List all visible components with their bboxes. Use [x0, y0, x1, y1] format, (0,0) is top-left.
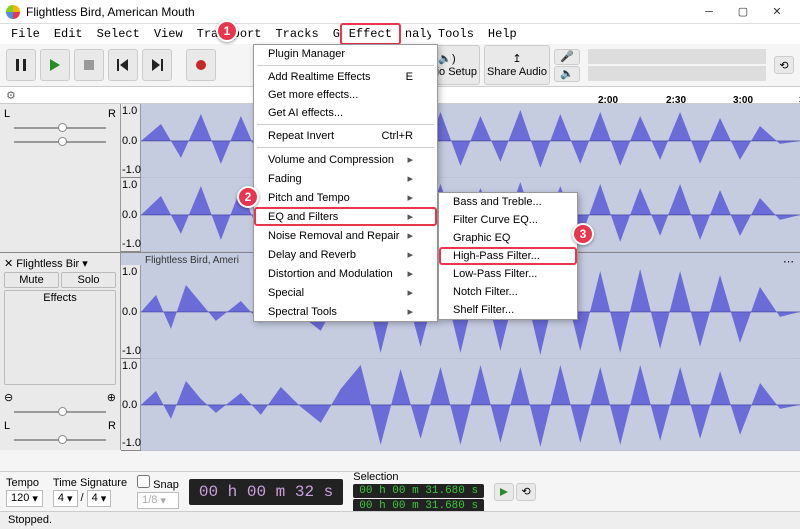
- play-button[interactable]: [40, 49, 70, 81]
- menu-tracks[interactable]: Tracks: [268, 25, 325, 43]
- menu-add-realtime[interactable]: Add Realtime EffectsE: [254, 68, 437, 86]
- window-title: Flightless Bird, American Mouth: [26, 5, 692, 19]
- stop-button[interactable]: [74, 49, 104, 81]
- maximize-button[interactable]: ▢: [726, 1, 760, 23]
- menu-eq-filters[interactable]: EQ and Filters▸: [254, 207, 437, 226]
- menu-lowpass[interactable]: Low-Pass Filter...: [439, 265, 577, 283]
- track1-pan-slider[interactable]: [4, 136, 116, 148]
- menu-fading[interactable]: Fading▸: [254, 169, 437, 188]
- track-name[interactable]: Flightless Bir: [16, 258, 79, 270]
- menu-graphic-eq[interactable]: Graphic EQ: [439, 229, 577, 247]
- menu-get-more[interactable]: Get more effects...: [254, 86, 437, 104]
- timesig-label: Time Signature: [53, 477, 127, 489]
- menu-generate[interactable]: Generate: [326, 25, 340, 43]
- chevron-down-icon[interactable]: ▾: [82, 257, 88, 270]
- playback-meter[interactable]: [588, 66, 766, 81]
- close-track-icon[interactable]: ✕: [4, 257, 13, 270]
- tempo-input[interactable]: 120 ▾: [6, 490, 43, 507]
- app-logo-icon: [6, 5, 20, 19]
- menu-shelf[interactable]: Shelf Filter...: [439, 301, 577, 319]
- menu-view[interactable]: View: [147, 25, 190, 43]
- minimize-button[interactable]: ─: [692, 1, 726, 23]
- callout-badge-3: 3: [572, 223, 594, 245]
- menu-spectral[interactable]: Spectral Tools▸: [254, 302, 437, 321]
- menu-distortion[interactable]: Distortion and Modulation▸: [254, 264, 437, 283]
- menu-analyze[interactable]: nalyze: [398, 25, 431, 43]
- meter-options-icon[interactable]: ⟲: [774, 56, 794, 74]
- pause-button[interactable]: [6, 49, 36, 81]
- menubar: File Edit Select View Transport Tracks G…: [0, 24, 800, 44]
- menu-repeat[interactable]: Repeat InvertCtrl+R: [254, 127, 437, 145]
- snap-select[interactable]: 1/8 ▾: [137, 492, 179, 509]
- selection-start[interactable]: 00 h 00 m 31.680 s: [353, 484, 484, 498]
- waveform-icon: [141, 104, 800, 178]
- menu-file[interactable]: File: [4, 25, 47, 43]
- snap-checkbox[interactable]: [137, 475, 150, 488]
- track2-panel: ✕Flightless Bir▾ Mute Solo Effects ⊖⊕ LR: [0, 253, 121, 450]
- record-meter[interactable]: [588, 49, 766, 64]
- callout-badge-2: 2: [237, 186, 259, 208]
- menu-get-ai[interactable]: Get AI effects...: [254, 104, 437, 122]
- mute-button[interactable]: Mute: [4, 272, 59, 288]
- selection-label: Selection: [353, 471, 484, 483]
- menu-bass-treble[interactable]: Bass and Treble...: [439, 193, 577, 211]
- menu-edit[interactable]: Edit: [47, 25, 90, 43]
- menu-volume[interactable]: Volume and Compression▸: [254, 150, 437, 169]
- track2-gain-slider[interactable]: [4, 406, 116, 418]
- skip-start-button[interactable]: [108, 49, 138, 81]
- speaker-icon: 🔈): [438, 52, 455, 65]
- effect-menu-dropdown: Plugin Manager Add Realtime EffectsE Get…: [253, 44, 438, 322]
- eq-filters-submenu: Bass and Treble... Filter Curve EQ... Gr…: [438, 192, 578, 320]
- time-display[interactable]: 00 h 00 m 32 s: [189, 479, 343, 505]
- bottom-toolbar: Tempo 120 ▾ Time Signature 4 ▾/4 ▾ Snap …: [0, 471, 800, 511]
- timesig-den[interactable]: 4 ▾: [87, 490, 112, 507]
- callout-badge-1: 1: [216, 20, 238, 42]
- mic-meter-icon[interactable]: 🎤: [554, 49, 580, 65]
- share-icon: ↥: [512, 52, 521, 65]
- menu-select[interactable]: Select: [90, 25, 147, 43]
- status-bar: Stopped.: [0, 511, 800, 529]
- loop-button[interactable]: ⟲: [516, 483, 536, 501]
- track2-pan-slider[interactable]: [4, 434, 116, 446]
- menu-filter-curve[interactable]: Filter Curve EQ...: [439, 211, 577, 229]
- waveform-icon: [141, 359, 800, 451]
- record-button[interactable]: [186, 49, 216, 81]
- share-audio-button[interactable]: ↥ Share Audio: [484, 45, 550, 85]
- effects-button[interactable]: Effects: [4, 290, 116, 385]
- menu-tools[interactable]: Tools: [431, 25, 481, 43]
- menu-help[interactable]: Help: [481, 25, 524, 43]
- menu-notch[interactable]: Notch Filter...: [439, 283, 577, 301]
- close-button[interactable]: ✕: [760, 1, 794, 23]
- spk-meter-icon[interactable]: 🔈: [554, 66, 580, 82]
- timesig-num[interactable]: 4 ▾: [53, 490, 78, 507]
- clip-menu-icon[interactable]: ⋯: [783, 255, 794, 268]
- skip-end-button[interactable]: [142, 49, 172, 81]
- track1-gain-slider[interactable]: [4, 122, 116, 134]
- tempo-label: Tempo: [6, 477, 43, 489]
- clip-label[interactable]: Flightless Bird, Ameri: [145, 255, 239, 266]
- menu-pitch[interactable]: Pitch and Tempo▸: [254, 188, 437, 207]
- menu-plugin-manager[interactable]: Plugin Manager: [254, 45, 437, 63]
- menu-special[interactable]: Special▸: [254, 283, 437, 302]
- gear-icon[interactable]: ⚙: [6, 90, 16, 102]
- menu-highpass[interactable]: High-Pass Filter...: [439, 247, 577, 265]
- menu-noise[interactable]: Noise Removal and Repair▸: [254, 226, 437, 245]
- menu-delay[interactable]: Delay and Reverb▸: [254, 245, 437, 264]
- menu-effect[interactable]: Effect: [340, 23, 401, 45]
- track1-panel: LR: [0, 104, 121, 252]
- play-region-button[interactable]: [494, 483, 514, 501]
- solo-button[interactable]: Solo: [61, 272, 116, 288]
